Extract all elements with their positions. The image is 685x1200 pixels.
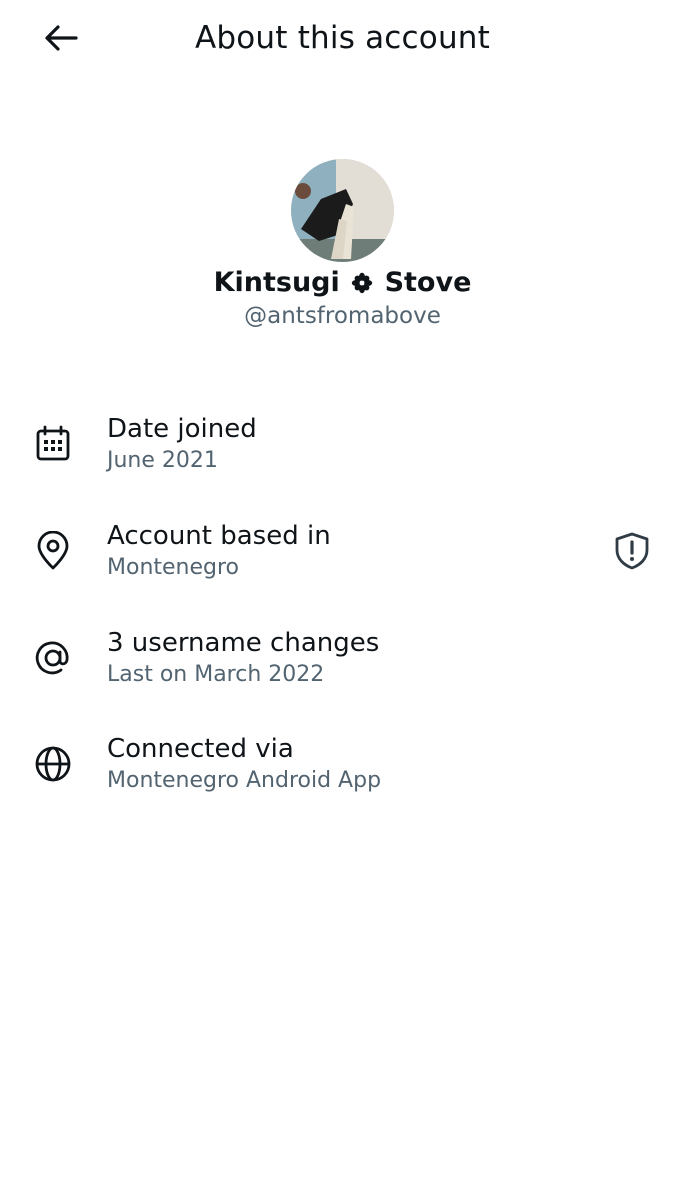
detail-row-date-joined: Date joined June 2021 (0, 410, 685, 494)
detail-value: Montenegro (107, 555, 240, 580)
top-bar: About this account (0, 0, 685, 76)
display-name: Kintsugi Stove (0, 264, 685, 302)
detail-title: Connected via (107, 734, 294, 764)
detail-value: Last on March 2022 (107, 662, 325, 687)
at-sign-icon (31, 636, 75, 680)
globe-icon (31, 742, 75, 786)
calendar-icon (31, 422, 75, 466)
detail-row-connected-via: Connected via Montenegro Android App (0, 730, 685, 814)
avatar-photo (291, 159, 394, 262)
detail-title: Date joined (107, 414, 257, 444)
detail-row-username-changes: 3 username changes Last on March 2022 (0, 624, 685, 708)
detail-title: Account based in (107, 521, 331, 551)
username-handle: @antsfromabove (244, 303, 441, 329)
shield-alert-icon (615, 532, 649, 570)
page-title: About this account (194, 20, 491, 56)
display-name-last: Stove (384, 267, 472, 298)
detail-row-account-based-in: Account based in Montenegro (0, 517, 685, 601)
detail-value: Montenegro Android App (107, 768, 382, 793)
avatar[interactable] (291, 159, 394, 262)
location-pin-icon (31, 529, 75, 573)
shield-alert-button[interactable] (610, 529, 654, 573)
detail-value: June 2021 (107, 448, 218, 473)
flower-icon (351, 272, 373, 294)
display-name-first: Kintsugi (213, 267, 340, 298)
detail-title: 3 username changes (107, 628, 380, 658)
